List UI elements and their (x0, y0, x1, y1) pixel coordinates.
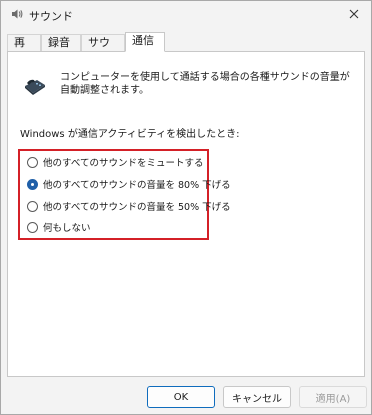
apply-button[interactable]: 適用(A) (299, 386, 367, 408)
speaker-icon (12, 9, 23, 19)
window-title: サウンド (29, 10, 73, 23)
radio-button-selected[interactable] (27, 178, 38, 190)
radio-button[interactable] (27, 200, 38, 212)
close-button[interactable] (341, 3, 367, 25)
tab-playback[interactable]: 再生 (7, 34, 41, 65)
description-text: コンピューターを使用して通話する場合の各種サウンドの音量が自動調整されます。 (60, 72, 350, 96)
radio-label: 他のすべてのサウンドの音量を 80% 下げる (43, 180, 231, 191)
radio-label: 何もしない (43, 223, 91, 234)
tab-sounds[interactable]: サウンド (81, 34, 125, 65)
radio-option-do-nothing[interactable]: 何もしない (27, 219, 91, 235)
sound-dialog: サウンド 再生 録音 サウンド 通信 コンピューターを使用して通話する場合の各種… (0, 0, 372, 415)
ok-button[interactable]: OK (147, 386, 215, 408)
close-icon (349, 9, 359, 19)
radio-option-mute[interactable]: 他のすべてのサウンドをミュートする (27, 154, 203, 170)
tab-recording[interactable]: 録音 (41, 34, 81, 51)
radio-option-reduce-80[interactable]: 他のすべてのサウンドの音量を 80% 下げる (27, 176, 231, 192)
radio-button[interactable] (27, 156, 38, 168)
title-bar: サウンド (1, 1, 371, 29)
telephone-icon (25, 79, 45, 95)
radio-label: 他のすべてのサウンドをミュートする (43, 158, 204, 169)
options-highlight-box: 他のすべてのサウンドをミュートする 他のすべてのサウンドの音量を 80% 下げる… (18, 149, 231, 240)
communications-panel: コンピューターを使用して通話する場合の各種サウンドの音量が自動調整されます。 W… (7, 51, 365, 377)
tab-communications[interactable]: 通信 (125, 32, 165, 52)
radio-option-reduce-50[interactable]: 他のすべてのサウンドの音量を 50% 下げる (27, 198, 231, 214)
group-label: Windows が通信アクティビティを検出したとき: (20, 129, 240, 140)
cancel-button[interactable]: キャンセル (223, 386, 291, 408)
radio-label: 他のすべてのサウンドの音量を 50% 下げる (43, 202, 231, 213)
radio-button[interactable] (27, 221, 38, 233)
